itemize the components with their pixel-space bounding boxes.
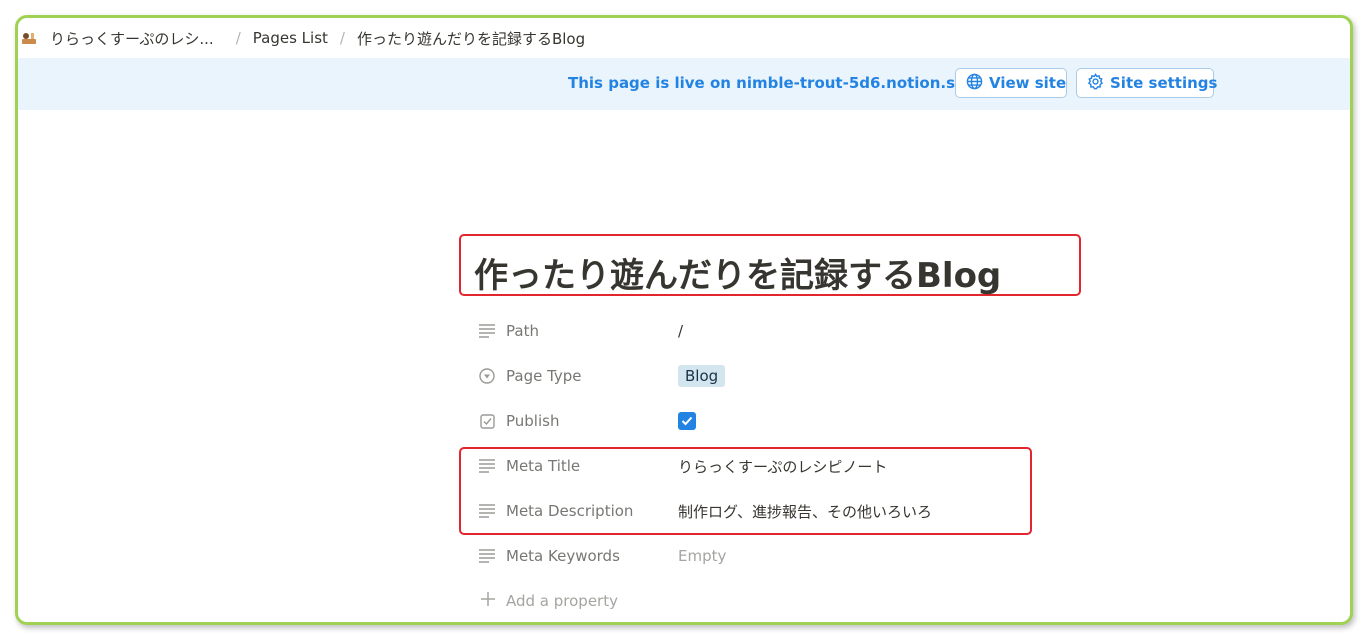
property-label: Meta Title bbox=[506, 457, 581, 475]
property-name: Meta Title bbox=[478, 457, 678, 475]
property-value[interactable]: / bbox=[678, 322, 683, 340]
site-live-banner: This page is live on nimble-trout-5d6.no… bbox=[18, 58, 1350, 110]
add-property-button[interactable]: Add a property bbox=[480, 588, 618, 614]
property-publish[interactable]: Publish bbox=[478, 406, 696, 436]
workspace-emoji-icon bbox=[20, 29, 38, 47]
checkbox-outline-icon bbox=[478, 412, 496, 430]
text-lines-icon bbox=[478, 322, 496, 340]
property-page-type[interactable]: Page Type Blog bbox=[478, 361, 726, 391]
property-meta-description[interactable]: Meta Description 制作ログ、進捗報告、その他いろいろ bbox=[478, 496, 932, 526]
property-name: Meta Description bbox=[478, 502, 678, 520]
breadcrumb: りらっくすーぷのレシ... / Pages List / 作ったり遊んだりを記録… bbox=[18, 18, 1350, 58]
breadcrumb-separator: / bbox=[235, 29, 241, 47]
property-name: Page Type bbox=[478, 367, 678, 385]
page-type-tag[interactable]: Blog bbox=[678, 365, 726, 387]
breadcrumb-pages-list[interactable]: Pages List bbox=[249, 27, 332, 49]
plus-icon bbox=[480, 591, 496, 611]
breadcrumb-separator: / bbox=[339, 29, 345, 47]
property-name: Path bbox=[478, 322, 678, 340]
property-label: Path bbox=[506, 322, 539, 340]
property-value[interactable]: りらっくすーぷのレシピノート bbox=[678, 456, 887, 477]
site-live-text[interactable]: This page is live on nimble-trout-5d6.no… bbox=[568, 74, 978, 92]
property-name: Publish bbox=[478, 412, 678, 430]
property-meta-keywords[interactable]: Meta Keywords Empty bbox=[478, 541, 726, 571]
property-value[interactable]: 制作ログ、進捗報告、その他いろいろ bbox=[678, 501, 932, 522]
breadcrumb-current-page[interactable]: 作ったり遊んだりを記録するBlog bbox=[353, 26, 589, 51]
text-lines-icon bbox=[478, 502, 496, 520]
property-path[interactable]: Path / bbox=[478, 316, 683, 346]
add-property-label: Add a property bbox=[506, 592, 618, 610]
property-label: Meta Keywords bbox=[506, 547, 620, 565]
page-title[interactable]: 作ったり遊んだりを記録するBlog bbox=[474, 248, 1001, 297]
property-meta-title[interactable]: Meta Title りらっくすーぷのレシピノート bbox=[478, 451, 887, 481]
publish-checkbox[interactable] bbox=[678, 412, 696, 430]
gear-icon bbox=[1087, 72, 1104, 94]
site-settings-label: Site settings bbox=[1110, 74, 1218, 92]
property-value-empty[interactable]: Empty bbox=[678, 547, 726, 565]
text-lines-icon bbox=[478, 457, 496, 475]
globe-icon bbox=[966, 73, 983, 94]
property-label: Publish bbox=[506, 412, 560, 430]
view-site-label: View site bbox=[989, 74, 1067, 92]
site-settings-button[interactable]: Site settings bbox=[1076, 68, 1218, 98]
property-name: Meta Keywords bbox=[478, 547, 678, 565]
view-site-button[interactable]: View site bbox=[955, 68, 1067, 98]
property-label: Page Type bbox=[506, 367, 582, 385]
window-frame: りらっくすーぷのレシ... / Pages List / 作ったり遊んだりを記録… bbox=[15, 15, 1353, 625]
text-lines-icon bbox=[478, 547, 496, 565]
select-circle-icon bbox=[478, 367, 496, 385]
property-label: Meta Description bbox=[506, 502, 634, 520]
breadcrumb-workspace[interactable]: りらっくすーぷのレシ... bbox=[46, 26, 218, 51]
